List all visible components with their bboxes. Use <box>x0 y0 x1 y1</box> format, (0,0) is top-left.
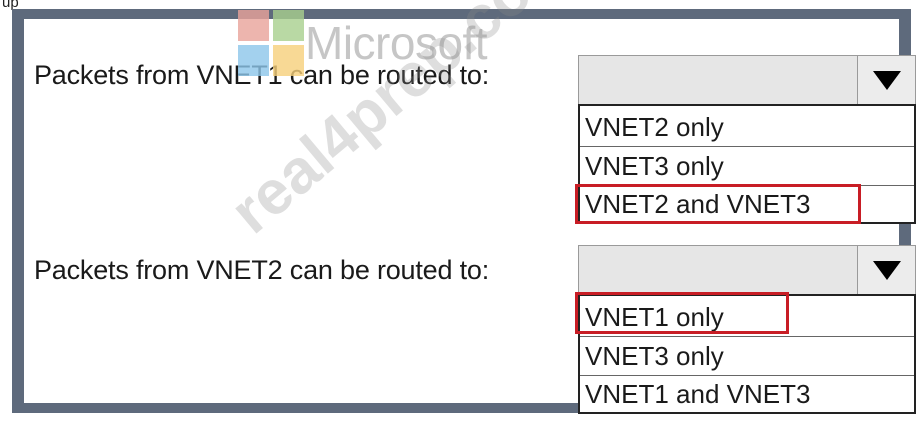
question-1-dropdown-button[interactable] <box>857 56 915 104</box>
question-1-dropdown[interactable] <box>578 55 916 105</box>
caret-down-icon <box>872 71 901 90</box>
question-1-option-1[interactable]: VNET2 only <box>580 108 914 146</box>
question-2-dropdown-button[interactable] <box>857 246 915 294</box>
question-1-answer-highlight <box>575 184 861 224</box>
question-2-label: Packets from VNET2 can be routed to: <box>34 255 490 285</box>
question-2-dropdown[interactable] <box>578 245 916 295</box>
question-2-option-2[interactable]: VNET3 only <box>580 337 914 375</box>
question-2-option-3[interactable]: VNET1 and VNET3 <box>580 375 914 413</box>
question-1-option-2[interactable]: VNET3 only <box>580 147 914 185</box>
caret-down-icon <box>872 261 901 280</box>
question-2-answer-highlight <box>575 292 789 334</box>
microsoft-logo-icon <box>238 10 304 76</box>
